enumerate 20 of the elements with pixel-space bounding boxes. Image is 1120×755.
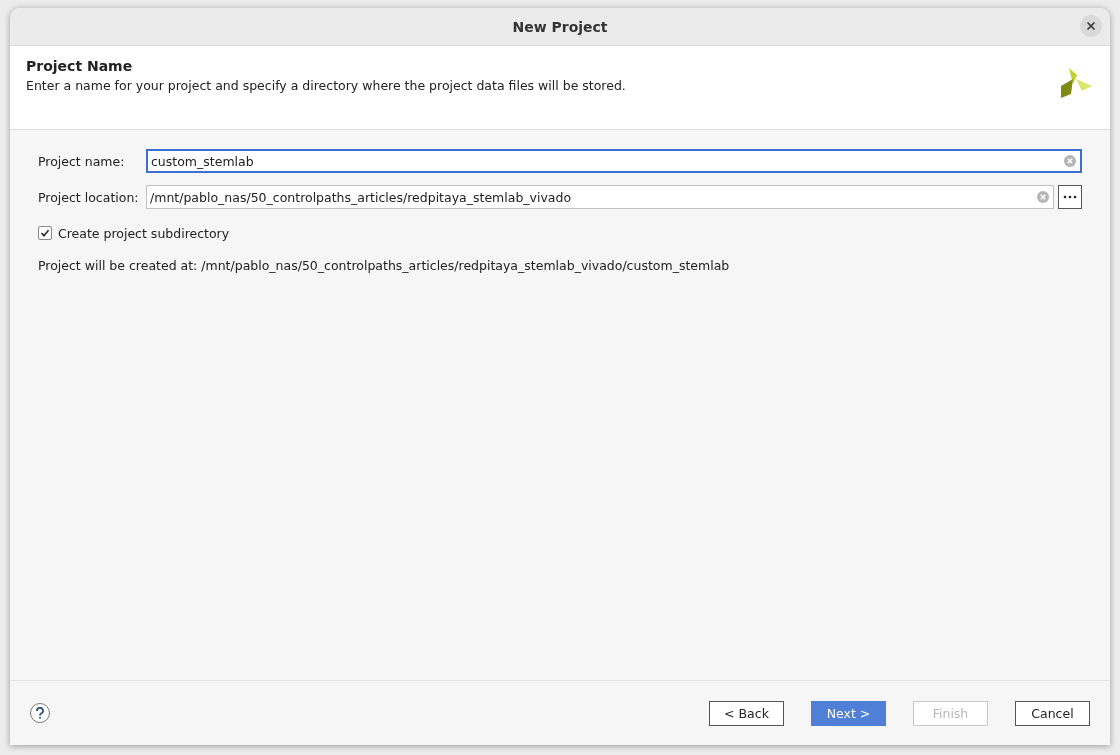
checkbox[interactable] <box>38 226 52 240</box>
location-info: Project will be created at: /mnt/pablo_nas/50_controlpaths_articles/redpitaya_stemlab_vivado/custom_stemlab <box>38 258 731 273</box>
dialog-button[interactable]: Cancel <box>1015 700 1090 726</box>
ellipsis-icon <box>1063 195 1077 199</box>
browse-button[interactable] <box>1058 185 1082 209</box>
field-label: Project location: <box>38 189 140 205</box>
close-button[interactable] <box>1080 15 1102 37</box>
window-title: New Project <box>512 18 608 35</box>
page-description: Enter a name for your project and specify a directory where the project data files will be stored. <box>26 78 626 93</box>
field-label: Project name: <box>38 153 126 169</box>
logo-icon <box>1060 66 1094 100</box>
page-title: Project Name <box>26 58 134 74</box>
dialog-button[interactable]: < Back <box>709 700 784 726</box>
help-button[interactable] <box>30 703 50 723</box>
dialog-button[interactable]: Next > <box>811 700 886 726</box>
text-field[interactable]: custom_stemlab <box>146 149 1082 173</box>
text-field[interactable]: /mnt/pablo_nas/50_controlpaths_articles/redpitaya_stemlab_vivado <box>146 185 1054 209</box>
close-icon <box>1086 21 1096 31</box>
checkbox-label: Create project subdirectory <box>58 225 230 241</box>
help-icon <box>35 707 45 719</box>
